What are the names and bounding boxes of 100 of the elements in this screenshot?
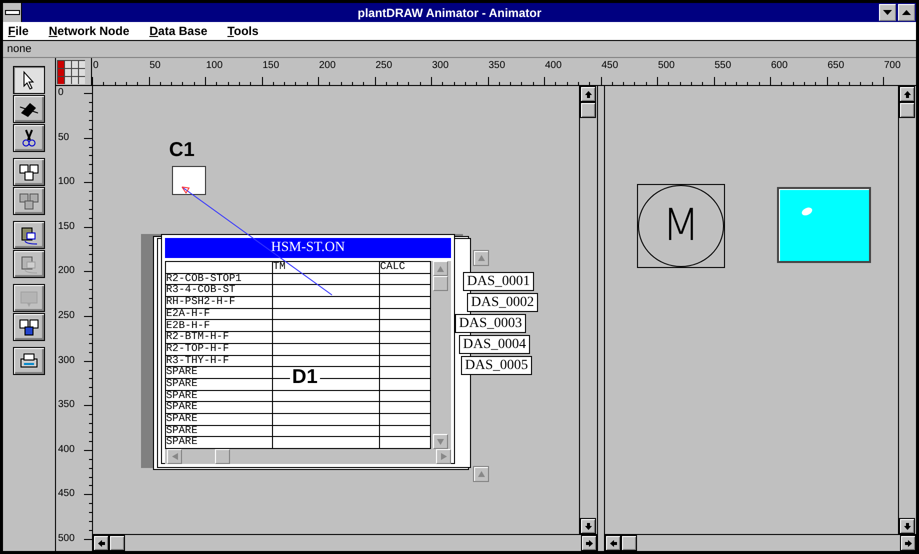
- table-cell: SPARE: [166, 413, 272, 426]
- arrow-up-icon: [478, 255, 484, 261]
- cubes-icon: [18, 317, 40, 337]
- arrow-up-icon: [904, 90, 910, 98]
- page-up-button[interactable]: [473, 250, 489, 266]
- motor-symbol[interactable]: M: [637, 184, 725, 268]
- tag-label[interactable]: DAS_0002: [467, 293, 538, 312]
- arrow-right-icon: [586, 540, 592, 546]
- scroll-thumb[interactable]: [109, 535, 125, 551]
- scroll-thumb[interactable]: [621, 535, 637, 551]
- node-label: C1: [169, 139, 195, 162]
- tag-label[interactable]: DAS_0003: [455, 314, 526, 333]
- tool-button[interactable]: [13, 313, 45, 341]
- table-cell: R2-COB-STOP1: [166, 273, 272, 285]
- tool-button[interactable]: [13, 95, 45, 123]
- ruler-label: 350: [488, 60, 506, 71]
- tool-button[interactable]: [13, 347, 45, 375]
- ruler-label: 400: [58, 444, 75, 455]
- ruler-label: 150: [262, 60, 280, 71]
- table-title: HSM-ST.ON: [165, 238, 451, 258]
- ruler-label: 50: [58, 132, 70, 143]
- menu-item[interactable]: Data Base: [149, 24, 208, 38]
- motor-letter: M: [662, 204, 700, 248]
- window-title: plantDRAW Animator - Animator: [356, 6, 542, 20]
- column-header: CALC: [380, 262, 430, 274]
- minimize-button[interactable]: [879, 4, 896, 21]
- table-cell: SPARE: [166, 390, 272, 402]
- scroll-left-button[interactable]: [93, 535, 109, 551]
- table-cell: SPARE: [166, 402, 272, 414]
- arrow-up-icon: [437, 266, 444, 272]
- ruler-label: 350: [58, 399, 75, 410]
- ruler-label: 550: [714, 60, 732, 71]
- scroll-thumb[interactable]: [899, 102, 915, 118]
- tool-button[interactable]: [13, 124, 45, 152]
- leaf-icon: [801, 207, 813, 216]
- table-cell: E2B-H-F: [166, 320, 272, 332]
- indicator-block[interactable]: [777, 187, 871, 263]
- ruler-label: 300: [58, 354, 75, 366]
- ruler-label: 500: [58, 533, 75, 544]
- tool-button[interactable]: [13, 66, 45, 94]
- arrow-right-icon: [440, 453, 446, 460]
- ruler-label: 700: [884, 60, 901, 71]
- scroll-right-button[interactable]: [900, 535, 916, 551]
- table-cell: SPARE: [166, 366, 272, 378]
- node-box[interactable]: [172, 166, 206, 195]
- scroll-down-button[interactable]: [899, 518, 915, 534]
- ruler-label: 250: [376, 60, 392, 71]
- status-text: none: [7, 43, 32, 55]
- tool-button[interactable]: [13, 158, 45, 186]
- table-cell: R3-THY-H-F: [166, 355, 272, 367]
- ruler-label: 0: [93, 60, 99, 71]
- menu-item[interactable]: Network Node: [48, 24, 130, 38]
- arrow-left-icon: [172, 453, 178, 460]
- caret-down-icon: [883, 10, 892, 15]
- ruler-label: 450: [602, 60, 618, 71]
- tag-label[interactable]: DAS_0005: [461, 356, 532, 375]
- tag-label[interactable]: DAS_0004: [459, 335, 530, 354]
- ruler-label: 50: [150, 60, 161, 71]
- table-cell: SPARE: [166, 378, 272, 390]
- cubes-icon: [18, 191, 40, 211]
- ruler-label: 200: [58, 265, 75, 276]
- pane-splitter[interactable]: [597, 86, 605, 551]
- table-cell: SPARE: [166, 425, 272, 437]
- ruler-label: 500: [658, 60, 675, 71]
- grid-settings-icon[interactable]: [57, 60, 85, 84]
- ruler-label: 400: [545, 60, 562, 71]
- table-cell: R3-4-COB-ST: [166, 284, 272, 297]
- arrow-down-icon: [584, 522, 592, 530]
- arrow-left-icon: [98, 540, 104, 546]
- ruler-label: 600: [771, 60, 788, 71]
- arrow-up-icon: [478, 471, 484, 477]
- system-menu-button[interactable]: [3, 3, 22, 22]
- ruler-label: 0: [58, 87, 64, 98]
- ruler-label: 650: [828, 60, 844, 71]
- scroll-left-button[interactable]: [605, 535, 621, 551]
- menu-item[interactable]: File: [8, 24, 29, 38]
- table-cell: R2-TOP-H-F: [166, 343, 272, 355]
- arrow-down-icon: [437, 438, 444, 444]
- scroll-up-button[interactable]: [580, 86, 596, 102]
- scroll-up-button[interactable]: [899, 86, 915, 102]
- menu-item[interactable]: Tools: [227, 24, 259, 38]
- arrow-right-icon: [904, 540, 912, 546]
- scroll-thumb[interactable]: [580, 102, 596, 118]
- scroll-down-button[interactable]: [580, 518, 596, 534]
- tag-label[interactable]: DAS_0001: [463, 272, 534, 291]
- page-down-button[interactable]: [473, 466, 489, 482]
- ruler-label: 200: [319, 60, 336, 71]
- scroll-right-button[interactable]: [581, 535, 597, 551]
- table-cell: E2A-H-F: [166, 308, 272, 320]
- arrow-up-icon: [584, 90, 592, 98]
- ruler-label: 300: [432, 60, 449, 71]
- table-cell: RH-PSH2-H-F: [166, 296, 272, 308]
- maximize-button[interactable]: [898, 4, 915, 21]
- ruler-label: 250: [58, 310, 75, 321]
- caret-up-icon: [902, 10, 911, 15]
- tool-button[interactable]: [13, 221, 45, 249]
- ruler-label: 100: [58, 176, 75, 188]
- cubes-icon: [18, 162, 40, 182]
- arrow-left-icon: [610, 540, 616, 546]
- arrow-down-icon: [904, 522, 910, 530]
